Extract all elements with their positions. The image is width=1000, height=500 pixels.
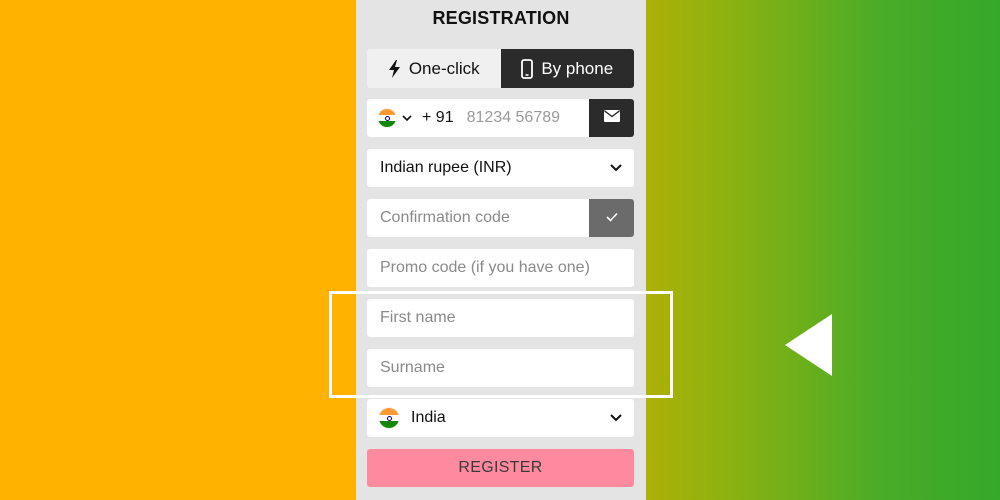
- currency-select[interactable]: Indian rupee (INR): [367, 149, 634, 187]
- currency-value: Indian rupee (INR): [380, 159, 512, 176]
- pointer-arrow-icon: [785, 314, 832, 376]
- confirm-code-button[interactable]: [589, 199, 634, 237]
- tab-one-click-label: One-click: [408, 58, 480, 78]
- registration-panel: REGISTRATION One-click By phone + 91 812…: [356, 0, 646, 500]
- country-selected: India: [367, 408, 446, 428]
- name-fields-highlight: [329, 291, 673, 398]
- tab-by-phone-label: By phone: [541, 58, 614, 78]
- checkmark-icon: [605, 209, 618, 227]
- registration-tabs: One-click By phone: [367, 49, 634, 88]
- country-value: India: [411, 409, 446, 426]
- tab-by-phone[interactable]: By phone: [500, 49, 634, 88]
- phone-field: + 91 81234 56789: [367, 99, 634, 137]
- india-flag-icon: [379, 408, 399, 428]
- dial-code: + 91: [422, 109, 454, 126]
- india-flag-icon: [378, 109, 396, 127]
- country-select[interactable]: India: [367, 399, 634, 437]
- envelope-icon: [603, 109, 620, 127]
- confirmation-code-field: Confirmation code: [367, 199, 634, 237]
- promo-code-field[interactable]: Promo code (if you have one): [367, 249, 634, 287]
- phone-input[interactable]: 81234 56789: [467, 109, 560, 127]
- promo-code-input: Promo code (if you have one): [380, 259, 590, 276]
- register-button[interactable]: REGISTER: [367, 449, 634, 487]
- country-code-selector[interactable]: [367, 109, 412, 127]
- lightning-icon: [388, 59, 401, 78]
- registration-title: REGISTRATION: [432, 8, 570, 28]
- chevron-down-icon: [610, 159, 622, 177]
- chevron-down-icon: [610, 409, 622, 427]
- tab-one-click[interactable]: One-click: [367, 49, 501, 88]
- chevron-down-icon: [402, 109, 412, 127]
- phone-icon: [521, 58, 534, 79]
- banner-background: REGISTRATION One-click By phone + 91 812…: [0, 0, 1000, 500]
- email-switch-button[interactable]: [589, 99, 634, 137]
- confirmation-code-input[interactable]: Confirmation code: [367, 209, 510, 227]
